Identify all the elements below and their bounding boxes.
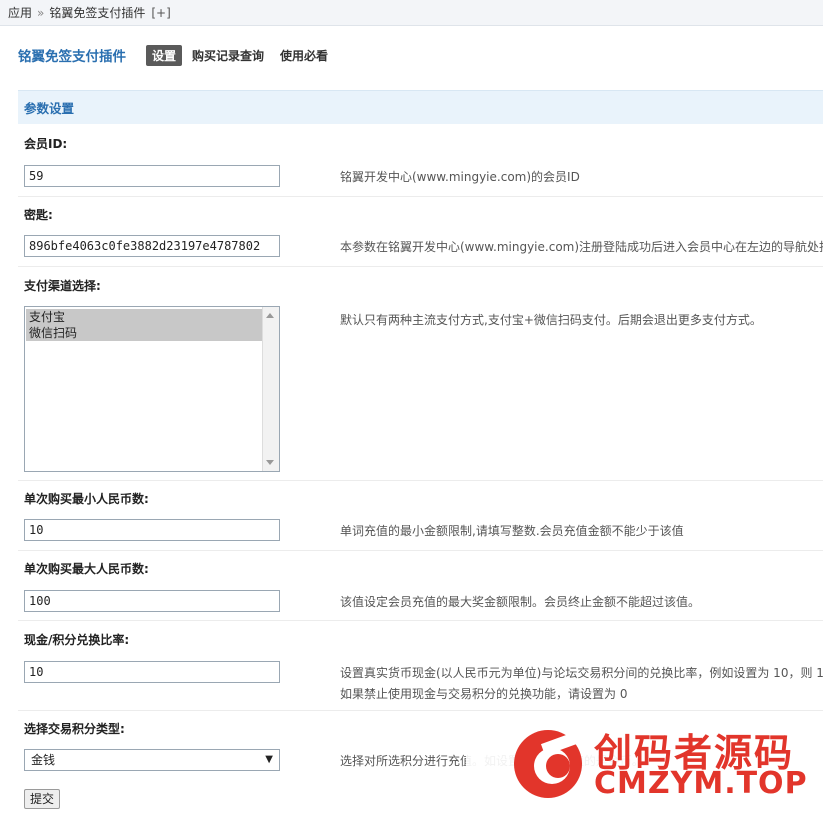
row-divider xyxy=(18,480,823,481)
row-divider xyxy=(18,710,823,711)
plugin-title: 铭翼免签支付插件 xyxy=(18,49,126,65)
tab-purchase-records[interactable]: 购买记录查询 xyxy=(192,47,264,64)
member-id-label: 会员ID: xyxy=(24,137,68,151)
ratio-hint-line2: 如果禁止使用现金与交易积分的兑换功能，请设置为 0 xyxy=(340,687,628,701)
max-rmb-hint: 该值设定会员充值的最大奖金额限制。会员终止金额不能超过该值。 xyxy=(340,595,701,609)
breadcrumb: 应用 » 铭翼免签支付插件 [+] xyxy=(0,0,823,26)
channel-label: 支付渠道选择: xyxy=(24,279,101,293)
scroll-up-icon[interactable] xyxy=(266,313,274,318)
row-divider xyxy=(18,266,823,267)
row-divider xyxy=(18,620,823,621)
submit-button[interactable]: 提交 xyxy=(24,789,60,809)
add-shortcut-link[interactable]: [+] xyxy=(151,6,170,20)
row-divider xyxy=(18,196,823,197)
channel-option-alipay[interactable]: 支付宝 xyxy=(26,309,265,325)
min-rmb-label: 单次购买最小人民币数: xyxy=(24,492,149,506)
ratio-hint-line1: 设置真实货币现金(以人民币元为单位)与论坛交易积分间的兑换比率，例如设置为 10… xyxy=(340,666,823,680)
max-rmb-label: 单次购买最大人民币数: xyxy=(24,562,149,576)
ratio-input[interactable]: 10 xyxy=(24,661,280,683)
secret-key-hint: 本参数在铭翼开发中心(www.mingyie.com)注册登陆成功后进入会员中心… xyxy=(340,240,823,254)
channel-option-wechat[interactable]: 微信扫码 xyxy=(26,325,265,341)
plugin-subnav: 铭翼免签支付插件 设置 购买记录查询 使用必看 xyxy=(18,44,344,66)
ratio-label: 现金/积分兑换比率: xyxy=(24,633,130,647)
member-id-input[interactable]: 59 xyxy=(24,165,280,187)
breadcrumb-current[interactable]: 铭翼免签支付插件 xyxy=(49,4,145,21)
credit-type-label: 选择交易积分类型: xyxy=(24,722,125,736)
tab-must-read[interactable]: 使用必看 xyxy=(280,47,328,64)
min-rmb-input[interactable]: 10 xyxy=(24,519,280,541)
channel-listbox[interactable]: 支付宝 微信扫码 xyxy=(24,306,280,472)
breadcrumb-separator: » xyxy=(37,5,45,20)
secret-key-input[interactable]: 896bfe4063c0fe3882d23197e4787802 xyxy=(24,235,280,257)
watermark-en-text: CMZYM.TOP xyxy=(594,766,808,801)
watermark-logo-icon xyxy=(514,730,582,798)
scroll-down-icon[interactable] xyxy=(266,460,274,465)
row-divider xyxy=(18,550,823,551)
section-title: 参数设置 xyxy=(24,101,75,116)
member-id-hint: 铭翼开发中心(www.mingyie.com)的会员ID xyxy=(340,170,580,184)
min-rmb-hint: 单词充值的最小金额限制,请填写整数.会员充值金额不能少于该值 xyxy=(340,524,684,538)
max-rmb-input[interactable]: 100 xyxy=(24,590,280,612)
credit-type-select[interactable]: 金钱 ▼ xyxy=(24,749,280,771)
secret-key-label: 密匙: xyxy=(24,208,53,222)
listbox-scrollbar[interactable] xyxy=(262,307,279,471)
credit-type-value: 金钱 xyxy=(31,753,56,767)
dropdown-caret-icon: ▼ xyxy=(265,754,273,765)
section-header: 参数设置 xyxy=(18,90,823,124)
tab-settings[interactable]: 设置 xyxy=(146,44,183,66)
breadcrumb-root[interactable]: 应用 xyxy=(8,4,32,21)
channel-hint: 默认只有两种主流支付方式,支付宝+微信扫码支付。后期会退出更多支付方式。 xyxy=(340,313,762,327)
